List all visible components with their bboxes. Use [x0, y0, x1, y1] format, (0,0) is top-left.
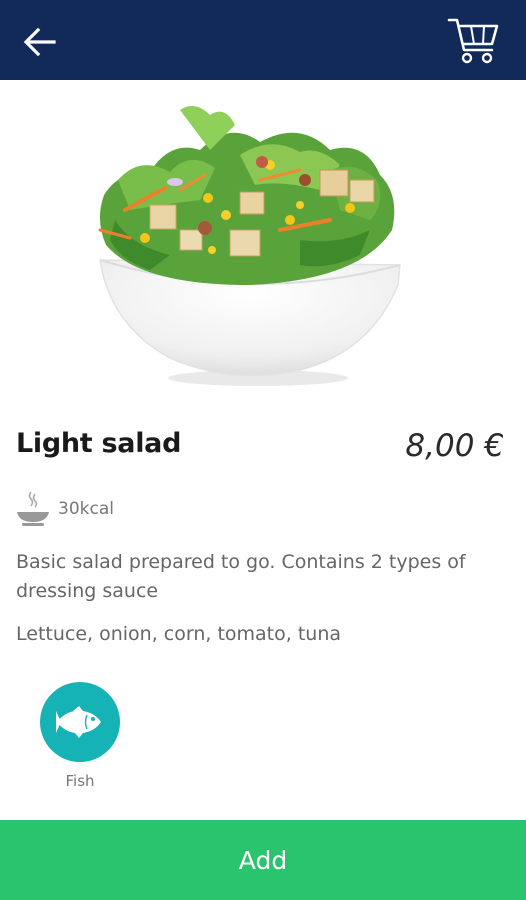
add-button[interactable]: Add	[0, 820, 526, 900]
back-button[interactable]	[18, 20, 62, 64]
cart-button[interactable]	[444, 12, 504, 68]
app-header	[0, 0, 526, 80]
product-title: Light salad	[16, 428, 182, 459]
calories-row: 30kcal	[16, 490, 114, 528]
steaming-bowl-icon	[17, 491, 49, 526]
product-price: 8,00 €	[405, 428, 504, 464]
allergen-label: Fish	[65, 772, 95, 790]
allergen-badge	[40, 682, 120, 762]
salad-bowl-image	[98, 106, 401, 386]
product-ingredients: Lettuce, onion, corn, tomato, tuna	[16, 623, 342, 645]
allergen-fish: Fish	[40, 682, 120, 790]
fish-icon	[56, 706, 101, 738]
arrow-left-icon	[23, 27, 56, 57]
product-image	[0, 80, 526, 410]
shopping-cart-icon	[447, 18, 499, 64]
product-description: Basic salad prepared to go. Contains 2 t…	[16, 551, 466, 602]
calories-text: 30kcal	[58, 499, 114, 519]
